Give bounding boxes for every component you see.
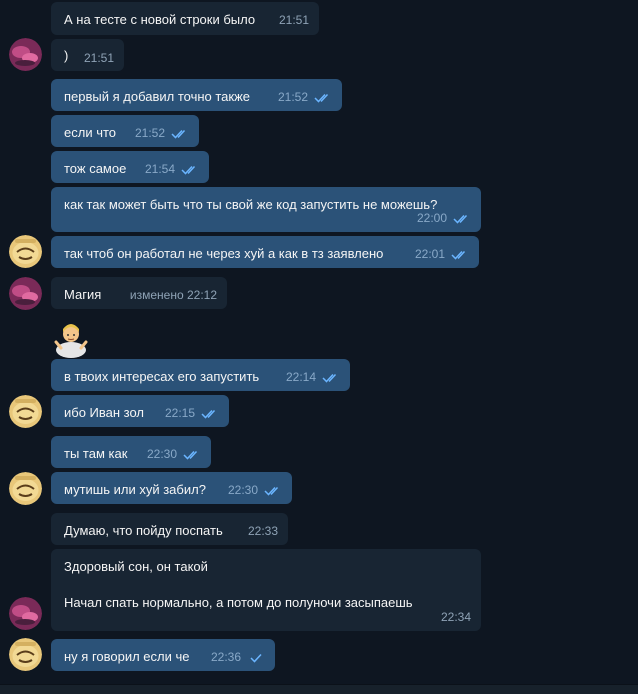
message-text: если что [64,125,116,140]
message-bubble-incoming[interactable]: Магия изменено 22:12 [51,277,227,309]
message-time: 22:14 [285,370,316,384]
message-text: Магия [64,287,102,302]
chat-history: А на тесте с новой строки было 21:51 ) 2… [0,0,638,694]
message-text: ну я говорил если че [64,649,190,664]
shrug-sticker[interactable] [52,320,90,358]
message-bubble-incoming[interactable]: Здоровый сон, он такой Начал спать норма… [51,549,481,631]
message-text: тож самое [64,161,127,176]
double-check-icon [264,486,279,496]
message-text: мутишь или хуй забил? [64,482,206,497]
message-text: Думаю, что пойду поспать [64,523,223,538]
double-check-icon [183,450,198,460]
double-check-icon [453,214,468,224]
message-time: 22:15 [164,406,195,420]
message-time: 21:54 [144,162,175,176]
message-bubble-incoming[interactable]: А на тесте с новой строки было 21:51 [51,2,319,35]
message-text: ты там как [64,446,128,461]
message-bubble-incoming[interactable]: Думаю, что пойду поспать 22:33 [51,513,288,545]
message-text: ) [64,48,69,63]
message-text: ибо Иван зол [64,405,145,420]
message-bubble-outgoing[interactable]: в твоих интересах его запустить 22:14 [51,359,350,391]
avatar[interactable] [9,472,42,505]
message-time: 22:36 [210,650,241,664]
message-text: Здоровый сон, он такой [64,559,208,574]
message-bubble-incoming[interactable]: ) 21:51 [51,39,124,71]
message-bubble-outgoing[interactable]: если что 21:52 [51,115,199,147]
message-text: так чтоб он работал не через хуй а как в… [64,246,384,261]
message-bubble-outgoing[interactable]: ну я говорил если че 22:36 [51,639,275,671]
message-time: 21:52 [277,90,308,104]
message-time: 22:33 [247,524,278,538]
message-bubble-outgoing[interactable]: первый я добавил точно также 21:52 [51,79,342,111]
message-bubble-outgoing[interactable]: тож самое 21:54 [51,151,209,183]
message-bubble-outgoing[interactable]: как так может быть что ты свой же код за… [51,187,481,232]
message-bubble-outgoing[interactable]: ты там как 22:30 [51,436,211,468]
message-bubble-outgoing[interactable]: так чтоб он работал не через хуй а как в… [51,236,479,268]
message-text: как так может быть что ты свой же код за… [64,197,438,212]
message-time: 22:01 [414,247,445,261]
check-icon [250,653,262,663]
message-time: 21:51 [278,13,309,27]
avatar[interactable] [9,638,42,671]
avatar[interactable] [9,277,42,310]
message-text: первый я добавил точно также [64,89,251,104]
message-text: в твоих интересах его запустить [64,369,260,384]
message-time: 22:00 [416,211,447,225]
message-time: 22:30 [146,447,177,461]
message-time: 22:30 [227,483,258,497]
message-bubble-outgoing[interactable]: ибо Иван зол 22:15 [51,395,229,427]
message-bubble-outgoing[interactable]: мутишь или хуй забил? 22:30 [51,472,292,504]
avatar[interactable] [9,38,42,71]
double-check-icon [201,409,216,419]
message-time: 21:51 [83,51,114,65]
double-check-icon [314,93,329,103]
avatar[interactable] [9,235,42,268]
message-text-line-2: Начал спать нормально, а потом до полуно… [64,595,413,610]
double-check-icon [451,250,466,260]
message-text: А на тесте с новой строки было [64,12,256,27]
message-time: изменено 22:12 [129,288,217,302]
message-time: 21:52 [134,126,165,140]
double-check-icon [171,129,186,139]
avatar[interactable] [9,395,42,428]
avatar[interactable] [9,597,42,630]
message-time: 22:34 [440,610,471,624]
double-check-icon [322,373,337,383]
double-check-icon [181,165,196,175]
